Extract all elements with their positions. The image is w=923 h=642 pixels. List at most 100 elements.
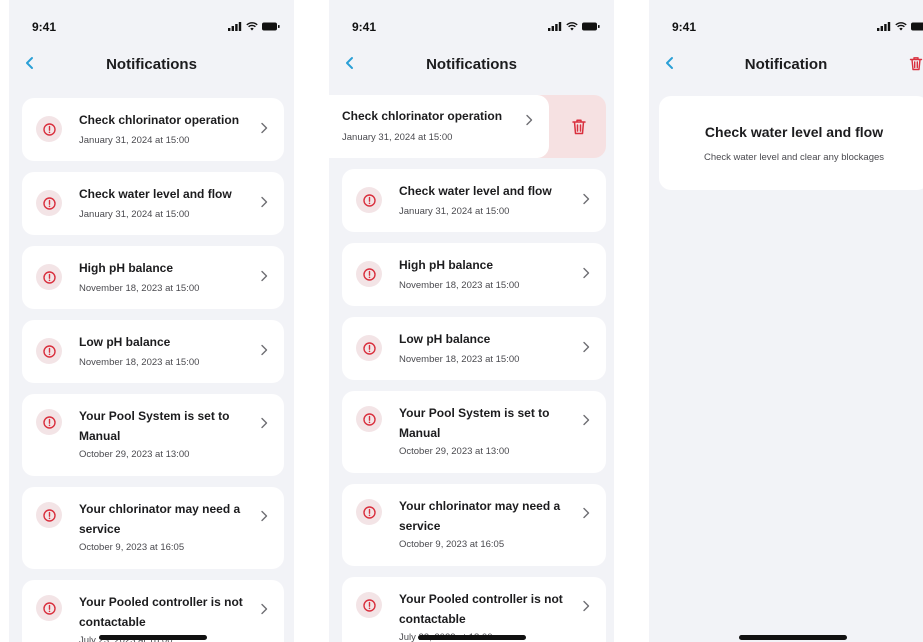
- notification-card[interactable]: Your Pooled controller is not contactabl…: [22, 580, 284, 642]
- notification-title: Low pH balance: [79, 335, 171, 349]
- notification-card[interactable]: Your chlorinator may need a service Octob…: [22, 487, 284, 569]
- notification-card[interactable]: High pH balance November 18, 2023 at 15:0…: [22, 246, 284, 309]
- chevron-right-icon: [261, 417, 268, 429]
- nav-bar: Notifications: [329, 50, 614, 78]
- battery-icon: [262, 22, 280, 31]
- notification-card[interactable]: Your Pool System is set to Manual October…: [22, 394, 284, 476]
- notification-title: Check water level and flow: [399, 184, 552, 198]
- chevron-right-icon: [583, 341, 590, 353]
- notification-title: High pH balance: [79, 261, 174, 275]
- notification-detail-screen: 9:41 Notification Check water level and …: [649, 0, 923, 642]
- alert-badge: [36, 116, 62, 142]
- alert-badge: [36, 190, 62, 216]
- chevron-right-icon: [261, 196, 268, 208]
- alert-circle-icon: [362, 598, 376, 612]
- notification-title: Low pH balance: [399, 332, 491, 346]
- status-time: 9:41: [672, 20, 697, 34]
- alert-badge: [36, 595, 62, 621]
- notification-card[interactable]: Your Pooled controller is not contactabl…: [342, 577, 606, 642]
- signal-icon: [548, 22, 562, 31]
- notification-title: Your Pool System is set to Manual: [399, 406, 550, 440]
- status-icons: [228, 22, 280, 31]
- notification-card[interactable]: Your chlorinator may need a service Octob…: [342, 484, 606, 566]
- home-indicator: [418, 635, 526, 640]
- status-icons: [548, 22, 600, 31]
- alert-circle-icon: [362, 267, 376, 281]
- alert-badge: [356, 187, 382, 213]
- notification-date: November 18, 2023 at 15:00: [399, 354, 520, 365]
- notification-date: October 9, 2023 at 16:05: [399, 539, 505, 550]
- notification-card[interactable]: Your Pool System is set to Manual October…: [342, 391, 606, 473]
- notification-date: November 18, 2023 at 15:00: [399, 280, 520, 291]
- notification-title: Check chlorinator operation: [342, 109, 503, 123]
- notification-date: October 29, 2023 at 13:00: [79, 449, 190, 460]
- chevron-right-icon: [261, 122, 268, 134]
- chevron-right-icon: [261, 603, 268, 615]
- alert-circle-icon: [362, 341, 376, 355]
- swiped-notification-card[interactable]: Check chlorinator operation January 31, …: [329, 95, 549, 158]
- chevron-right-icon: [526, 114, 533, 126]
- status-bar: 9:41: [329, 18, 614, 38]
- status-bar: 9:41: [9, 18, 294, 38]
- trash-icon[interactable]: [909, 56, 923, 71]
- chevron-right-icon: [261, 510, 268, 522]
- notification-date: January 31, 2024 at 15:00: [79, 209, 190, 220]
- notification-card[interactable]: Check chlorinator operation January 31, 2…: [22, 98, 284, 161]
- home-indicator: [99, 635, 207, 640]
- notification-heading: Check water level and flow: [704, 124, 884, 140]
- notification-card[interactable]: Check water level and flow January 31, 20…: [342, 169, 606, 232]
- alert-circle-icon: [42, 196, 56, 210]
- chevron-right-icon: [261, 344, 268, 356]
- notification-date: November 18, 2023 at 15:00: [79, 283, 200, 294]
- notification-title: Check chlorinator operation: [79, 113, 240, 127]
- alert-circle-icon: [42, 122, 56, 136]
- alert-circle-icon: [42, 508, 56, 522]
- signal-icon: [877, 22, 891, 31]
- notification-title: Check water level and flow: [79, 187, 232, 201]
- alert-badge: [356, 406, 382, 432]
- wifi-icon: [246, 22, 258, 31]
- trash-icon[interactable]: [571, 118, 587, 135]
- page-title: Notifications: [426, 56, 517, 73]
- status-icons: [877, 22, 923, 31]
- alert-badge: [36, 338, 62, 364]
- chevron-right-icon: [583, 267, 590, 279]
- wifi-icon: [895, 22, 907, 31]
- notification-card[interactable]: High pH balance November 18, 2023 at 15:0…: [342, 243, 606, 306]
- alert-circle-icon: [362, 193, 376, 207]
- alert-circle-icon: [362, 505, 376, 519]
- notification-title: Your Pool System is set to Manual: [79, 409, 230, 443]
- chevron-right-icon: [583, 600, 590, 612]
- alert-circle-icon: [42, 344, 56, 358]
- alert-badge: [356, 261, 382, 287]
- notifications-list-screen: 9:41 Notifications Check chlorinator ope…: [9, 0, 294, 642]
- notification-date: January 31, 2024 at 15:00: [399, 206, 510, 217]
- battery-icon: [582, 22, 600, 31]
- notification-date: October 29, 2023 at 13:00: [399, 446, 510, 457]
- notification-title: Your Pooled controller is not contactabl…: [399, 592, 563, 626]
- page-title: Notifications: [106, 56, 197, 73]
- notification-title: Your Pooled controller is not contactabl…: [79, 595, 243, 629]
- notification-card[interactable]: Low pH balance November 18, 2023 at 15:00: [22, 320, 284, 383]
- notification-date: January 31, 2024 at 15:00: [342, 132, 453, 143]
- status-time: 9:41: [32, 20, 57, 34]
- alert-circle-icon: [42, 270, 56, 284]
- notification-card[interactable]: Check water level and flow January 31, 20…: [22, 172, 284, 235]
- notification-title: High pH balance: [399, 258, 494, 272]
- status-time: 9:41: [352, 20, 377, 34]
- alert-circle-icon: [362, 412, 376, 426]
- alert-badge: [36, 409, 62, 435]
- notification-title: Your chlorinator may need a service: [399, 499, 561, 533]
- nav-bar: Notification: [649, 50, 923, 78]
- alert-badge: [356, 592, 382, 618]
- battery-icon: [911, 22, 923, 31]
- notifications-swipe-screen: 9:41 Notifications Check chlorinator ope…: [329, 0, 614, 642]
- alert-badge: [356, 335, 382, 361]
- signal-icon: [228, 22, 242, 31]
- notification-card[interactable]: Low pH balance November 18, 2023 at 15:00: [342, 317, 606, 380]
- alert-circle-icon: [42, 415, 56, 429]
- alert-circle-icon: [42, 601, 56, 615]
- page-title: Notification: [744, 56, 828, 73]
- notification-date: January 31, 2024 at 15:00: [79, 135, 190, 146]
- notification-title: Your chlorinator may need a service: [79, 502, 241, 536]
